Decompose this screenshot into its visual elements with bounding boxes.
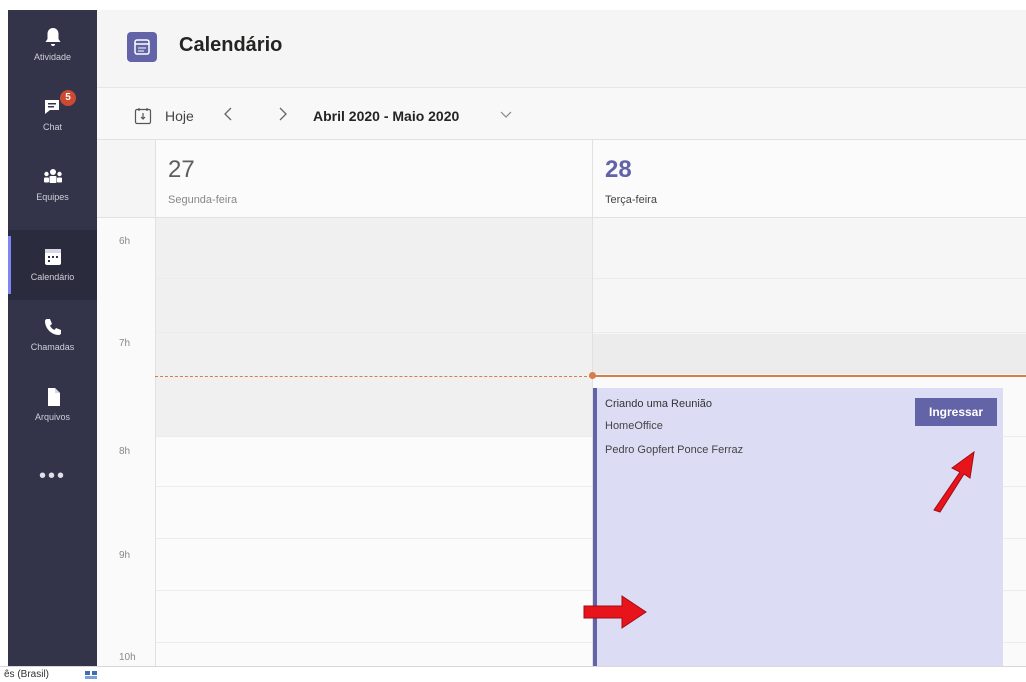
rail-item-activity[interactable]: Atividade: [8, 10, 97, 80]
chat-badge: 5: [60, 90, 76, 106]
current-time-line: [155, 376, 592, 377]
day-name: Segunda-feira: [168, 194, 238, 206]
rail-label: Chat: [42, 122, 62, 132]
phone-icon: [44, 319, 61, 335]
event-organizer: Pedro Gopfert Ponce Ferraz: [605, 444, 744, 456]
arrow-up-right-annotation: [933, 450, 975, 513]
current-time-line-today: [592, 375, 1026, 377]
current-time-dot: [589, 372, 596, 379]
time-label: 7h: [119, 338, 131, 349]
day-number: 28: [605, 156, 632, 183]
file-icon: [47, 388, 60, 406]
app-rail: Atividade 5 Chat Equipes Calendário Cham…: [8, 10, 97, 666]
event-location: HomeOffice: [605, 420, 663, 432]
off-hours-shade: [592, 218, 1026, 334]
day-header-28[interactable]: 28 Terça-feira: [592, 140, 1026, 218]
teams-icon: [43, 169, 62, 183]
time-label: 8h: [119, 446, 131, 457]
accessibility-icon: [85, 671, 97, 679]
previous-week-button[interactable]: [215, 100, 241, 128]
calendar-event[interactable]: Criando uma Reunião HomeOffice Pedro Gop…: [593, 388, 1003, 666]
rail-item-teams[interactable]: Equipes: [8, 150, 97, 220]
bell-icon: [45, 28, 60, 46]
chevron-down-icon[interactable]: [499, 110, 513, 120]
rail-item-files[interactable]: Arquivos: [8, 370, 97, 440]
day-name: Terça-feira: [605, 194, 657, 206]
time-label: 10h: [119, 652, 136, 663]
rail-label: Arquivos: [34, 412, 70, 422]
half-hour-line: [155, 278, 1026, 279]
time-gutter-header: [97, 140, 155, 218]
chevron-right-icon: [279, 107, 287, 121]
day-header-27[interactable]: 27 Segunda-feira: [155, 140, 592, 218]
column-divider: [155, 140, 156, 666]
calendar-toolbar: Hoje Abril 2020 - Maio 2020: [97, 88, 1026, 140]
rail-item-calls[interactable]: Chamadas: [8, 300, 97, 370]
time-label: 9h: [119, 550, 131, 561]
language-indicator: ês (Brasil): [4, 669, 50, 680]
time-label: 6h: [119, 236, 131, 247]
arrow-right-annotation: [583, 595, 647, 629]
calendar-grid: 27 Segunda-feira 28 Terça-feira 6h 7h 8h…: [97, 140, 1026, 666]
day-number: 27: [168, 156, 195, 183]
rail-label: Calendário: [30, 272, 75, 282]
join-button[interactable]: Ingressar: [915, 398, 997, 426]
page-title: Calendário: [179, 34, 283, 56]
rail-label: Equipes: [36, 192, 69, 202]
today-button[interactable]: Hoje: [165, 108, 194, 124]
chevron-left-icon: [224, 107, 232, 121]
event-title: Criando uma Reunião: [605, 398, 713, 410]
rail-item-calendar[interactable]: Calendário: [8, 230, 97, 300]
rail-label: Atividade: [33, 52, 72, 62]
hour-line: [155, 332, 1026, 333]
status-bar: ês (Brasil): [0, 666, 1026, 682]
off-hours-shade: [155, 218, 592, 436]
calendar-header: Calendário: [97, 10, 1026, 88]
rail-item-chat[interactable]: 5 Chat: [8, 80, 97, 150]
rail-label: Chamadas: [30, 342, 75, 352]
today-icon[interactable]: [133, 106, 153, 126]
calendar-app-icon: [127, 32, 157, 62]
date-range-dropdown[interactable]: Abril 2020 - Maio 2020: [313, 108, 459, 124]
off-hours-shade: [592, 334, 1026, 374]
more-apps-icon[interactable]: •••: [8, 465, 97, 488]
next-week-button[interactable]: [270, 100, 296, 128]
calendar-icon: [44, 249, 61, 265]
work-hours-area[interactable]: [155, 436, 592, 666]
